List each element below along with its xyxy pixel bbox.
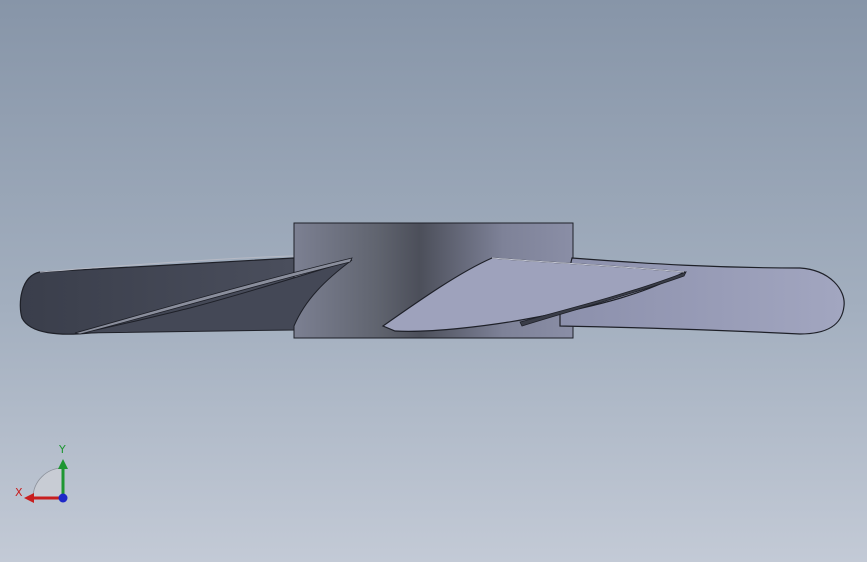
triad[interactable] bbox=[0, 0, 867, 562]
z-axis-dot bbox=[58, 493, 68, 503]
triad-xy-plane bbox=[32, 467, 64, 499]
y-axis-arrowhead bbox=[58, 459, 68, 469]
x-axis-arrowhead bbox=[24, 493, 34, 503]
triad-x-label: X bbox=[15, 486, 23, 499]
graphics-viewport[interactable]: X Y bbox=[0, 0, 867, 562]
triad-y-label: Y bbox=[59, 443, 66, 456]
